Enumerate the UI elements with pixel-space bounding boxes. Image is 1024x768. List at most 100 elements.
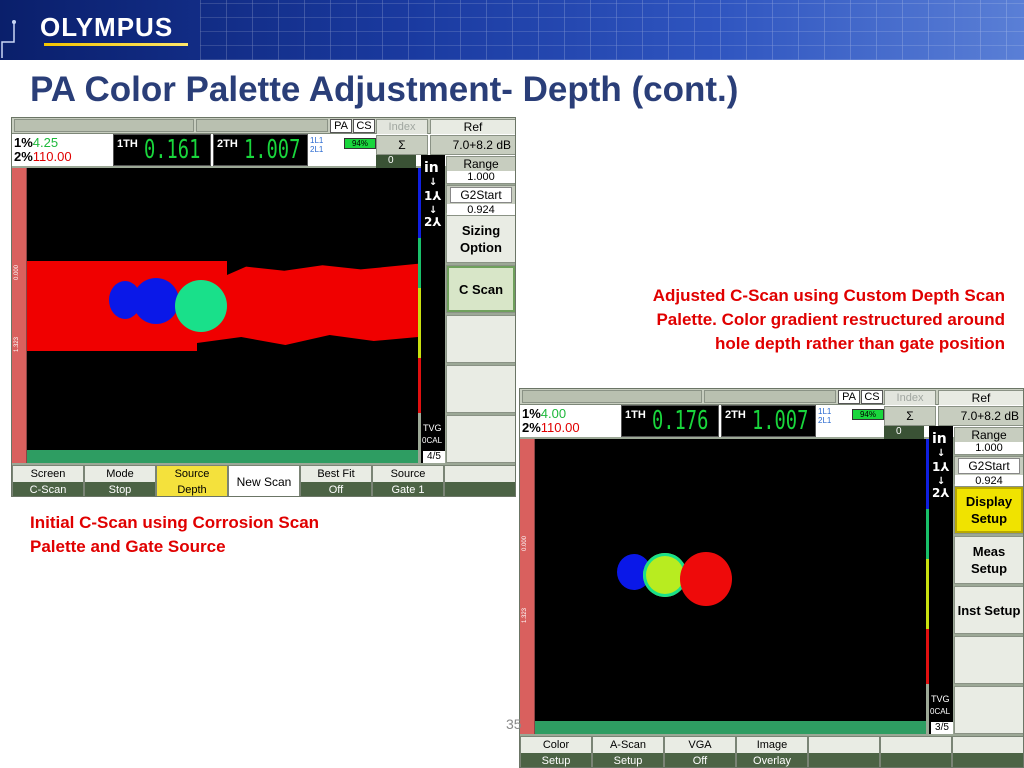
- page-indicator: 4/5: [423, 451, 445, 463]
- index-button[interactable]: Index: [376, 119, 428, 135]
- axis-top-label: 0.000: [522, 535, 528, 551]
- hole-blob: [680, 552, 732, 606]
- th1-label: 1TH: [625, 409, 646, 421]
- ref-button[interactable]: Ref: [938, 390, 1023, 406]
- page-number: 35: [506, 716, 522, 732]
- th2-label: 2TH: [217, 138, 238, 150]
- instrument-screen-initial: PA CS Index Ref 1%4.25 2%110.00 1TH 0.16…: [11, 117, 516, 497]
- amplitude-readings: 1%4.00 2%110.00: [522, 407, 580, 435]
- pct1-value: 4.25: [32, 135, 59, 150]
- pct2-label: 2%: [522, 420, 541, 435]
- pa-mode-indicator: PA: [330, 119, 352, 133]
- th2-reading: 2TH 1.007: [213, 134, 308, 166]
- page-indicator: 3/5: [931, 722, 953, 734]
- softkey-row: Screen C-Scan Mode Stop Source Depth New Sc…: [12, 465, 515, 496]
- color-setup-softkey[interactable]: Color Setup: [520, 736, 592, 767]
- th2-reading: 2TH 1.007: [721, 405, 816, 437]
- range-field[interactable]: Range 1.000: [446, 156, 515, 184]
- tvg-label: TVG: [423, 423, 442, 433]
- c-scan-plot[interactable]: [535, 439, 926, 721]
- index-button[interactable]: Index: [884, 390, 936, 406]
- panel-button-empty[interactable]: [954, 686, 1023, 734]
- gain-readout[interactable]: 7.0+8.2 dB: [430, 135, 515, 155]
- panel-button-empty[interactable]: [446, 415, 515, 463]
- range-field[interactable]: Range 1.000: [954, 427, 1023, 455]
- sigma-button[interactable]: Σ: [376, 135, 428, 155]
- sigma-button[interactable]: Σ: [884, 406, 936, 426]
- panel-button-empty[interactable]: [446, 365, 515, 413]
- gate1-marker: 1⅄: [932, 460, 950, 474]
- zero-indicator: 0: [884, 426, 924, 439]
- empty-softkey[interactable]: [444, 465, 515, 496]
- g2start-field[interactable]: G2Start 0.924: [954, 456, 1023, 487]
- ref-button[interactable]: Ref: [430, 119, 515, 135]
- th2-label: 2TH: [725, 409, 746, 421]
- new-scan-softkey[interactable]: New Scan: [228, 465, 300, 496]
- arrow-down-icon: ↓: [429, 177, 438, 188]
- header-banner: OLYMPUS: [0, 0, 1024, 60]
- range-value[interactable]: 1.000: [447, 171, 515, 183]
- amplitude-readings: 1%4.25 2%110.00: [14, 136, 72, 164]
- source-gate-softkey[interactable]: Source Gate 1: [372, 465, 444, 496]
- meas-setup-button[interactable]: Meas Setup: [954, 536, 1023, 584]
- scan-axis-strip: 0.000 1.323: [12, 168, 27, 463]
- gate-marker-column: in ↓ 1⅄ ↓ 2⅄ TVG 0CAL: [929, 426, 953, 734]
- g2start-label: G2Start: [450, 187, 512, 203]
- range-label: Range: [463, 157, 499, 171]
- gate-l1: 1L1: [818, 407, 832, 416]
- panel-button-empty[interactable]: [954, 636, 1023, 684]
- gate-l2: 2L1: [310, 145, 324, 154]
- th1-value: 0.161: [144, 135, 201, 165]
- gain-readout[interactable]: 7.0+8.2 dB: [938, 406, 1023, 426]
- status-segment: [522, 390, 702, 403]
- pct1-label: 1%: [522, 406, 541, 421]
- empty-softkey[interactable]: [808, 736, 880, 767]
- page-title: PA Color Palette Adjustment- Depth (cont…: [30, 70, 739, 109]
- gate-legend: 1L1 2L1: [818, 407, 831, 425]
- circuit-trace-icon: [1, 20, 16, 58]
- battery-icon: 94%: [852, 409, 884, 420]
- unit-label: in: [932, 431, 947, 447]
- th1-value: 0.176: [652, 406, 709, 436]
- brand-logo: OLYMPUS: [40, 12, 174, 42]
- cal-label: 0CAL: [422, 436, 443, 445]
- gate-l1: 1L1: [310, 136, 324, 145]
- a-scan-setup-softkey[interactable]: A-Scan Setup: [592, 736, 664, 767]
- brand-logo-underline: [44, 43, 188, 46]
- empty-softkey[interactable]: [952, 736, 1023, 767]
- cal-label: 0CAL: [930, 707, 951, 716]
- axis-top-label: 0.000: [14, 264, 20, 280]
- banner-grid-pattern: [200, 0, 1024, 60]
- pa-mode-indicator: PA: [838, 390, 860, 404]
- axis-bottom-label: 1.323: [522, 607, 528, 623]
- panel-button-empty[interactable]: [446, 315, 515, 363]
- pct1-value: 4.00: [540, 406, 567, 421]
- c-scan-plot[interactable]: [27, 168, 418, 450]
- gate-marker-column: in ↓ 1⅄ ↓ 2⅄ TVG 0CAL: [421, 155, 445, 463]
- vga-softkey[interactable]: VGA Off: [664, 736, 736, 767]
- source-depth-softkey[interactable]: Source Depth: [156, 465, 228, 496]
- c-scan-button[interactable]: C Scan: [446, 265, 515, 313]
- scan-axis-strip: 0.000 1.323: [520, 439, 535, 734]
- instrument-screen-adjusted: PA CS Index Ref 1%4.00 2%110.00 1TH 0.17…: [519, 388, 1024, 768]
- arrow-down-icon: ↓: [937, 448, 946, 459]
- best-fit-softkey[interactable]: Best Fit Off: [300, 465, 372, 496]
- th1-label: 1TH: [117, 138, 138, 150]
- screen-softkey[interactable]: Screen C-Scan: [12, 465, 84, 496]
- gate2-marker: 2⅄: [424, 215, 442, 229]
- empty-softkey[interactable]: [880, 736, 952, 767]
- caption-initial: Initial C-Scan using Corrosion Scan Pale…: [30, 513, 320, 556]
- scan-progress-bar: [535, 721, 926, 734]
- inst-setup-button[interactable]: Inst Setup: [954, 586, 1023, 634]
- g2start-field[interactable]: G2Start 0.924: [446, 185, 515, 216]
- battery-icon: 94%: [344, 138, 376, 149]
- hole-blob: [133, 278, 179, 324]
- sizing-option-button[interactable]: Sizing Option: [446, 215, 515, 263]
- display-setup-button[interactable]: Display Setup: [954, 486, 1023, 534]
- gate-legend: 1L1 2L1: [310, 136, 323, 154]
- image-overlay-softkey[interactable]: Image Overlay: [736, 736, 808, 767]
- cs-mode-indicator: CS: [861, 390, 883, 404]
- range-value[interactable]: 1.000: [955, 442, 1023, 454]
- mode-softkey[interactable]: Mode Stop: [84, 465, 156, 496]
- pct2-value: 110.00: [32, 149, 72, 164]
